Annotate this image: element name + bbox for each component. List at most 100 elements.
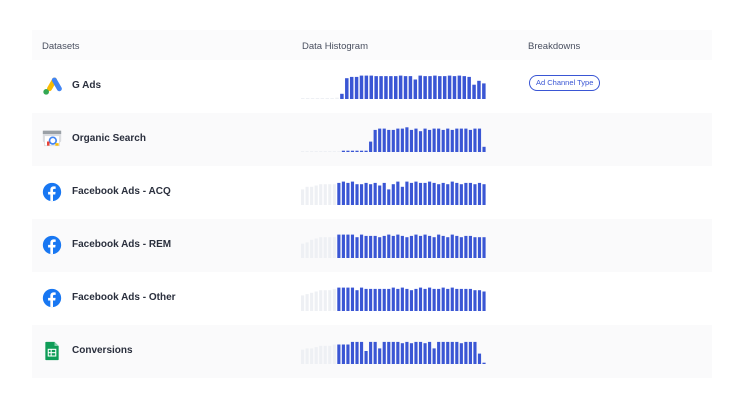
- histogram-bar: [337, 287, 341, 311]
- histogram-bar: [378, 348, 382, 364]
- histogram-bar: [423, 76, 427, 99]
- histogram-bar: [394, 76, 398, 99]
- histogram-bar: [301, 151, 305, 152]
- histogram-facebook-ads-other: [301, 287, 486, 311]
- histogram-bar: [405, 127, 409, 152]
- histogram-bar: [447, 75, 452, 99]
- histogram-bar: [409, 129, 414, 152]
- histogram-bar: [382, 128, 386, 152]
- dataset-row-conversions[interactable]: Conversions: [32, 325, 712, 378]
- histogram-bar: [437, 341, 441, 364]
- histogram-bar: [446, 237, 450, 258]
- histogram-bar: [369, 288, 373, 311]
- histogram-bar: [332, 184, 336, 205]
- histogram-bar: [373, 182, 377, 205]
- dataset-name: Facebook Ads - REM: [72, 239, 172, 250]
- histogram-bar: [314, 151, 318, 152]
- histogram-bar: [382, 235, 386, 258]
- histogram-bar: [477, 353, 482, 364]
- histogram-bar: [482, 237, 486, 258]
- histogram-bar: [396, 128, 400, 152]
- histogram-bar: [301, 295, 305, 311]
- dataset-row-facebook-ads-other[interactable]: Facebook Ads - Other: [32, 272, 712, 325]
- histogram-bar: [328, 151, 332, 152]
- histogram-bar: [477, 128, 482, 152]
- datasets-table: Datasets Data Histogram Breakdowns G Ads…: [32, 30, 712, 378]
- histogram-bar: [359, 341, 364, 364]
- histogram-bar: [373, 235, 377, 258]
- histogram-bar: [464, 288, 468, 311]
- histogram-bar: [482, 146, 486, 152]
- histogram-bar: [319, 290, 323, 311]
- histogram-bar: [350, 341, 355, 364]
- histogram-bar: [396, 181, 400, 205]
- histogram-bar: [459, 343, 463, 364]
- histogram-bar: [378, 128, 382, 152]
- histogram-bar: [387, 129, 391, 152]
- histogram-bar: [378, 185, 382, 205]
- histogram-bar: [319, 345, 323, 364]
- histogram-bar: [437, 234, 441, 258]
- google-sheets-icon: [45, 341, 59, 361]
- histogram-bar: [382, 288, 386, 311]
- histogram-bar: [459, 288, 463, 311]
- column-header-breakdowns: Breakdowns: [528, 41, 581, 52]
- histogram-bar: [359, 150, 364, 152]
- histogram-bar: [349, 76, 354, 99]
- histogram-bar: [310, 98, 315, 99]
- histogram-bar: [341, 234, 345, 258]
- histogram-bar: [432, 288, 436, 311]
- breakdown-badge-ad-channel-type[interactable]: Ad Channel Type: [529, 75, 601, 91]
- histogram-bar: [323, 237, 327, 258]
- histogram-bar: [310, 292, 314, 311]
- histogram-bar: [400, 235, 404, 258]
- histogram-bar: [369, 235, 373, 258]
- histogram-bar: [409, 343, 414, 364]
- histogram-bar: [423, 288, 427, 311]
- histogram-bar: [396, 341, 400, 364]
- histogram-bar: [428, 235, 432, 258]
- histogram-bar: [450, 129, 454, 152]
- histogram-bar: [428, 76, 432, 99]
- histogram-bar: [450, 287, 454, 311]
- histogram-bar: [428, 129, 432, 152]
- histogram-bar: [330, 98, 334, 99]
- histogram-bar: [332, 237, 336, 258]
- histogram-bar: [462, 76, 467, 99]
- histogram-organic-search: [301, 127, 486, 152]
- histogram-bar: [409, 290, 414, 311]
- histogram-bar: [337, 151, 341, 152]
- histogram-bar: [391, 341, 395, 364]
- histogram-bar: [374, 76, 378, 99]
- dataset-row-g-ads[interactable]: G Ads: [32, 60, 712, 113]
- histogram-bar: [477, 290, 482, 311]
- histogram-bar: [332, 288, 336, 311]
- histogram-bar: [442, 76, 447, 99]
- histogram-bar: [400, 287, 404, 311]
- histogram-bar: [459, 184, 463, 205]
- histogram-bar: [364, 235, 368, 258]
- histogram-bar: [405, 181, 409, 205]
- histogram-bar: [414, 341, 418, 364]
- histogram-bar: [459, 237, 463, 258]
- histogram-bar: [473, 237, 477, 258]
- histogram-bar: [305, 242, 309, 258]
- histogram-bar: [389, 76, 393, 99]
- histogram-bar: [323, 290, 327, 311]
- histogram-bar: [310, 239, 314, 258]
- histogram-bar: [405, 341, 409, 364]
- histogram-bar: [455, 341, 459, 364]
- histogram-bar: [391, 235, 395, 258]
- histogram-bar: [477, 237, 482, 258]
- histogram-bar: [314, 238, 318, 258]
- histogram-bar: [423, 182, 427, 205]
- histogram-bar: [310, 151, 314, 152]
- table-header: Datasets Data Histogram Breakdowns: [32, 30, 712, 60]
- dataset-row-facebook-ads-rem[interactable]: Facebook Ads - REM: [32, 219, 712, 272]
- dataset-row-organic-search[interactable]: Organic Search: [32, 113, 712, 166]
- dataset-row-facebook-ads-acq[interactable]: Facebook Ads - ACQ: [32, 166, 712, 219]
- histogram-bar: [423, 128, 427, 152]
- histogram-bar: [468, 235, 472, 258]
- histogram-bar: [359, 287, 364, 311]
- histogram-bar: [359, 234, 364, 258]
